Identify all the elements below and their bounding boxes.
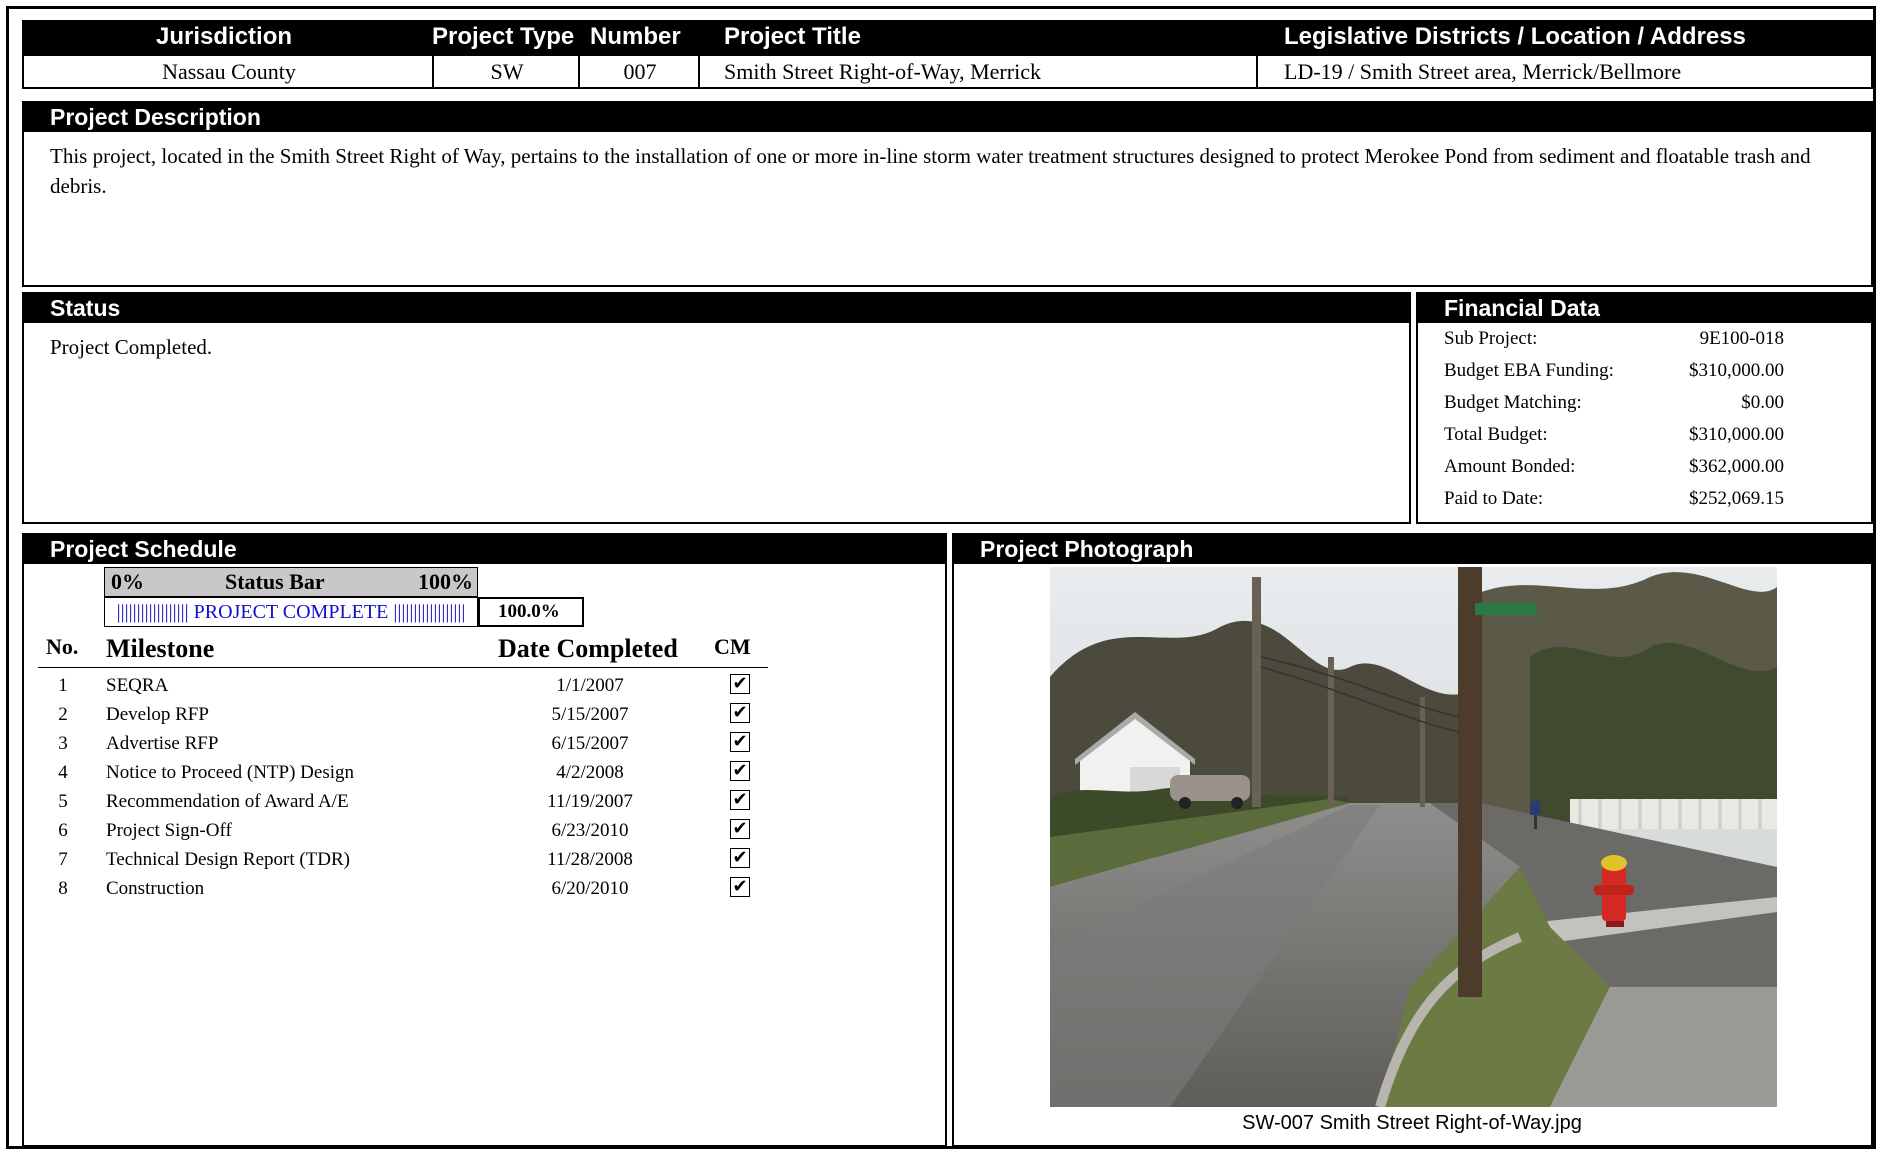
milestone-name: Project Sign-Off	[106, 820, 232, 841]
milestone-name: Recommendation of Award A/E	[106, 791, 349, 812]
milestone-number: 5	[58, 791, 68, 812]
checkbox-checked-icon: ✔	[730, 848, 750, 868]
col-date-completed: Date Completed	[498, 634, 678, 663]
status-bar-label: Status Bar	[225, 569, 325, 594]
milestone-row: 2 Develop RFP 5/15/2007 ✔	[0, 701, 780, 729]
financial-label: Sub Project:	[1444, 328, 1538, 349]
project-info-row: Nassau County SW 007 Smith Street Right-…	[22, 54, 1873, 89]
project-photo	[1050, 567, 1777, 1107]
percent-complete: 100.0%	[478, 597, 584, 627]
location-header: Legislative Districts / Location / Addre…	[1284, 23, 1746, 50]
milestone-number: 1	[58, 675, 68, 696]
milestone-name: Construction	[106, 878, 205, 899]
financial-section: Financial Data Sub Project: 9E100-018 Budg…	[1416, 292, 1873, 524]
milestone-number: 3	[58, 733, 68, 754]
header-bar: Jurisdiction Project Type Number Project…	[22, 20, 1873, 54]
milestone-date: 6/20/2010	[551, 878, 629, 899]
financial-label: Total Budget:	[1444, 424, 1548, 445]
milestone-row: 1 SEQRA 1/1/2007 ✔	[0, 672, 780, 700]
number-header: Number	[590, 23, 681, 50]
progress-bar: |||||||||||||||||| PROJECT COMPLETE ||||…	[104, 597, 478, 627]
photo-caption: SW-007 Smith Street Right-of-Way.jpg	[1242, 1112, 1582, 1134]
financial-row: Budget EBA Funding: $310,000.00	[1418, 355, 1828, 387]
status-bar-min: 0%	[111, 569, 144, 594]
milestone-row: 4 Notice to Proceed (NTP) Design 4/2/2008 ✔	[0, 759, 780, 787]
milestone-number: 7	[58, 849, 68, 870]
table-rule	[38, 667, 768, 668]
financial-value: $0.00	[1741, 392, 1784, 413]
milestone-date: 11/28/2008	[547, 849, 633, 870]
project-title-value: Smith Street Right-of-Way, Merrick	[724, 59, 1041, 84]
financial-value: $362,000.00	[1689, 456, 1784, 477]
financial-row: Amount Bonded: $362,000.00	[1418, 451, 1828, 483]
milestone-name: Advertise RFP	[106, 733, 219, 754]
financial-value: 9E100-018	[1699, 328, 1784, 349]
financial-row: Paid to Date: $252,069.15	[1418, 483, 1828, 515]
milestone-date: 1/1/2007	[556, 675, 624, 696]
project-type-header: Project Type	[432, 23, 575, 50]
description-text: This project, located in the Smith Stree…	[50, 144, 1811, 198]
location-value: LD-19 / Smith Street area, Merrick/Bellm…	[1284, 59, 1682, 84]
financial-heading: Financial Data	[1418, 294, 1871, 323]
checkbox-checked-icon: ✔	[730, 790, 750, 810]
status-text: Project Completed.	[50, 335, 213, 359]
status-section: Status Project Completed.	[22, 292, 1411, 524]
milestone-number: 2	[58, 704, 68, 725]
col-milestone: Milestone	[106, 634, 215, 663]
milestone-row: 3 Advertise RFP 6/15/2007 ✔	[0, 730, 780, 758]
milestone-row: 8 Construction 6/20/2010 ✔	[0, 875, 780, 903]
description-section: Project Description This project, locate…	[22, 101, 1873, 287]
milestone-date: 4/2/2008	[556, 762, 624, 783]
milestone-number: 4	[58, 762, 68, 783]
milestone-number: 8	[58, 878, 68, 899]
financial-value: $310,000.00	[1689, 360, 1784, 381]
milestone-name: Technical Design Report (TDR)	[106, 849, 351, 870]
financial-row: Sub Project: 9E100-018	[1418, 323, 1828, 355]
status-bar-scale: 0% Status Bar 100%	[104, 567, 478, 597]
financial-row: Budget Matching: $0.00	[1418, 387, 1828, 419]
milestone-name: Develop RFP	[106, 704, 209, 725]
milestone-date: 5/15/2007	[551, 704, 629, 725]
milestone-date: 6/15/2007	[551, 733, 629, 754]
financial-label: Budget EBA Funding:	[1444, 360, 1614, 381]
financial-label: Paid to Date:	[1444, 488, 1544, 509]
milestone-number: 6	[58, 820, 68, 841]
status-heading: Status	[24, 294, 1409, 323]
checkbox-checked-icon: ✔	[730, 674, 750, 694]
number-value: 007	[623, 59, 657, 84]
milestone-name: Notice to Proceed (NTP) Design	[106, 762, 354, 783]
financial-value: $310,000.00	[1689, 424, 1784, 445]
milestone-date: 6/23/2010	[551, 820, 629, 841]
divider	[698, 56, 700, 87]
checkbox-checked-icon: ✔	[730, 761, 750, 781]
schedule-heading: Project Schedule	[24, 535, 945, 564]
financial-row: Total Budget: $310,000.00	[1418, 419, 1828, 451]
financial-value: $252,069.15	[1689, 488, 1784, 509]
status-bar-max: 100%	[418, 569, 473, 594]
checkbox-checked-icon: ✔	[730, 877, 750, 897]
financial-label: Amount Bonded:	[1444, 456, 1576, 477]
divider	[1256, 56, 1258, 87]
project-type-value: SW	[490, 59, 524, 84]
milestone-row: 7 Technical Design Report (TDR) 11/28/2008…	[0, 846, 780, 874]
col-no: No.	[46, 634, 79, 659]
financial-label: Budget Matching:	[1444, 392, 1582, 413]
project-title-header: Project Title	[724, 23, 861, 50]
progress-bar-text: |||||||||||||||||| PROJECT COMPLETE ||||…	[116, 601, 466, 623]
col-cm: CM	[714, 634, 751, 659]
milestone-name: SEQRA	[106, 675, 169, 696]
milestone-row: 5 Recommendation of Award A/E 11/19/2007 ✔	[0, 788, 780, 816]
checkbox-checked-icon: ✔	[730, 732, 750, 752]
milestone-date: 11/19/2007	[547, 791, 633, 812]
jurisdiction-value: Nassau County	[162, 59, 296, 84]
description-heading: Project Description	[24, 103, 1871, 132]
checkbox-checked-icon: ✔	[730, 819, 750, 839]
checkbox-checked-icon: ✔	[730, 703, 750, 723]
milestone-row: 6 Project Sign-Off 6/23/2010 ✔	[0, 817, 780, 845]
jurisdiction-header: Jurisdiction	[156, 23, 293, 50]
photograph-heading: Project Photograph	[954, 535, 1871, 564]
